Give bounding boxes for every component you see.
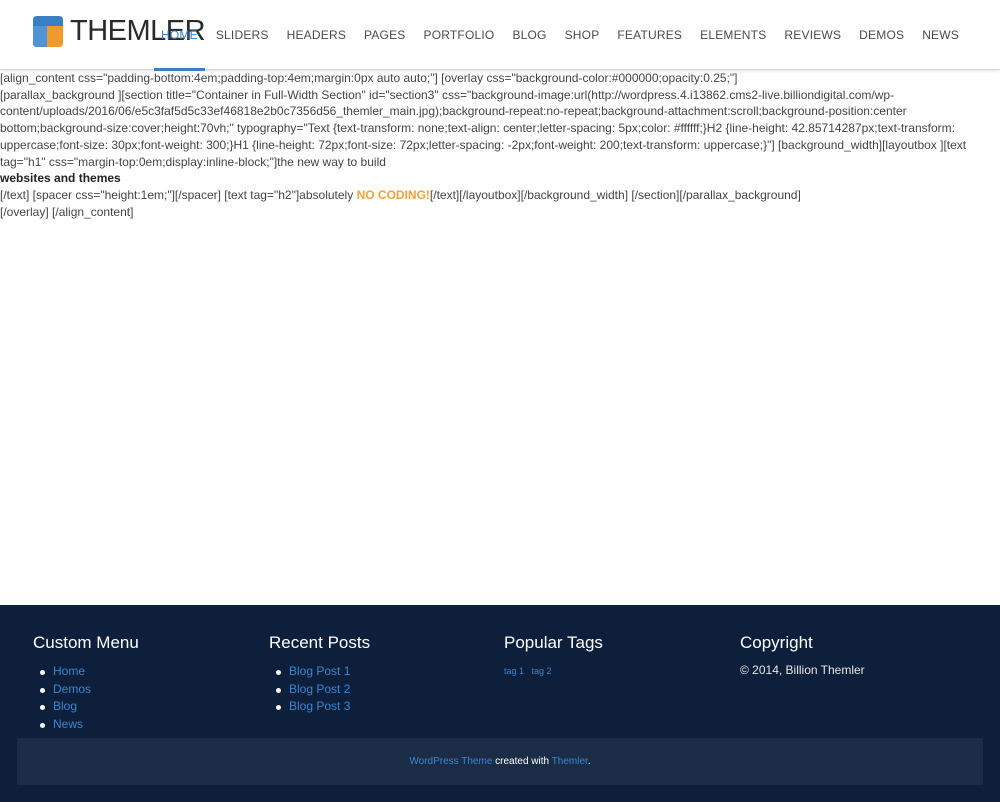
blog-post-link-2[interactable]: Blog Post 2 xyxy=(289,682,350,696)
list-item: News xyxy=(33,716,233,734)
footer-custom-menu: Custom Menu Home Demos Blog News xyxy=(33,633,233,733)
period-text: . xyxy=(587,756,591,767)
nav-item-headers[interactable]: HEADERS xyxy=(278,0,355,70)
main-nav: HOME SLIDERS HEADERS PAGES PORTFOLIO BLO… xyxy=(152,0,968,71)
copyright-title: Copyright xyxy=(740,633,813,652)
nav-item-demos[interactable]: DEMOS xyxy=(850,0,913,70)
nav-item-elements[interactable]: ELEMENTS xyxy=(691,0,775,70)
list-item: Blog Post 3 xyxy=(269,698,469,716)
nav-item-shop[interactable]: SHOP xyxy=(556,0,609,70)
shortcode-bold-line: websites and themes xyxy=(0,171,121,186)
themler-link[interactable]: Themler xyxy=(552,756,588,767)
footer-link-demos[interactable]: Demos xyxy=(53,682,91,696)
nav-item-pages[interactable]: PAGES xyxy=(355,0,414,70)
site-header: THEMLER HOME SLIDERS HEADERS PAGES PORTF… xyxy=(0,0,1000,71)
footer-link-blog[interactable]: Blog xyxy=(53,699,77,713)
site-footer: Custom Menu Home Demos Blog News Recent … xyxy=(0,605,1000,802)
recent-posts-list: Blog Post 1 Blog Post 2 Blog Post 3 xyxy=(269,663,469,716)
created-with-text: created with xyxy=(492,756,552,767)
footer-bottom-bar: WordPress Theme created with Themler. xyxy=(17,738,983,785)
popular-tags-title: Popular Tags xyxy=(504,633,603,652)
themler-logo-icon xyxy=(33,16,63,47)
page-content: [align_content css="padding-bottom:4em;p… xyxy=(0,69,1000,220)
list-item: Home xyxy=(33,663,233,681)
nav-item-features[interactable]: FEATURES xyxy=(608,0,691,70)
nav-item-reviews[interactable]: REVIEWS xyxy=(775,0,850,70)
custom-menu-list: Home Demos Blog News xyxy=(33,663,233,733)
wordpress-theme-link[interactable]: WordPress Theme xyxy=(409,756,492,767)
shortcode-line-5: [/overlay] [/align_content] xyxy=(0,204,134,219)
nav-item-blog[interactable]: BLOG xyxy=(503,0,555,70)
shortcode-line-4: [/text] [spacer css="height:1em;"][/spac… xyxy=(0,187,1000,204)
nav-item-news[interactable]: NEWS xyxy=(913,0,968,70)
custom-menu-title: Custom Menu xyxy=(33,633,139,652)
list-item: Blog xyxy=(33,698,233,716)
tag-cloud: tag 1 tag 2 xyxy=(504,661,704,679)
shortcode-line-1: [align_content css="padding-bottom:4em;p… xyxy=(0,71,738,85)
shortcode-line-4-before: [/text] [spacer css="height:1em;"][/spac… xyxy=(0,187,357,202)
list-item: Blog Post 1 xyxy=(269,663,469,681)
list-item: Blog Post 2 xyxy=(269,681,469,699)
tag-link-2[interactable]: tag 2 xyxy=(531,666,551,676)
footer-popular-tags: Popular Tags tag 1 tag 2 xyxy=(504,633,704,679)
copyright-text: © 2014, Billion Themler xyxy=(740,663,865,677)
blog-post-link-1[interactable]: Blog Post 1 xyxy=(289,664,350,678)
tag-link-1[interactable]: tag 1 xyxy=(504,666,524,676)
recent-posts-title: Recent Posts xyxy=(269,633,371,652)
nav-item-portfolio[interactable]: PORTFOLIO xyxy=(415,0,504,70)
no-coding-highlight: NO CODING! xyxy=(356,187,430,202)
blog-post-link-3[interactable]: Blog Post 3 xyxy=(289,699,350,713)
nav-item-sliders[interactable]: SLIDERS xyxy=(207,0,278,70)
shortcode-line-4-after: [/text][/layoutbox][/background_width] [… xyxy=(429,187,801,202)
footer-copyright: Copyright © 2014, Billion Themler xyxy=(740,633,960,677)
list-item: Demos xyxy=(33,681,233,699)
shortcode-line-2: [parallax_background ][section title="Co… xyxy=(0,87,967,169)
nav-item-home[interactable]: HOME xyxy=(152,0,207,71)
footer-link-home[interactable]: Home xyxy=(53,664,85,678)
footer-recent-posts: Recent Posts Blog Post 1 Blog Post 2 Blo… xyxy=(269,633,469,716)
footer-link-news[interactable]: News xyxy=(53,717,83,731)
